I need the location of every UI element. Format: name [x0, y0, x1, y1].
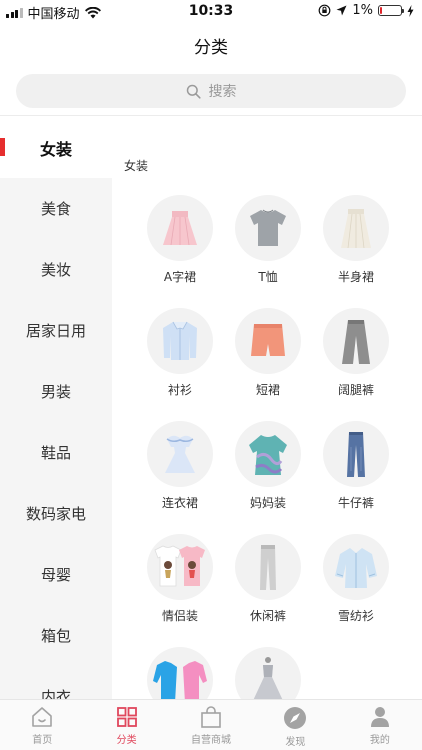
- subcategory-label: 阔腿裤: [337, 383, 374, 397]
- subcategory-half-skirt[interactable]: 半身裙: [312, 195, 400, 308]
- search-icon: [186, 84, 201, 99]
- status-bar: 中国移动 10:33 1%: [0, 0, 422, 22]
- sidebar-item-household[interactable]: 居家日用: [0, 300, 112, 361]
- subcategory-label: A字裙: [163, 270, 197, 284]
- subcategory-couple-wear[interactable]: 情侣装: [136, 534, 224, 647]
- search-section: 搜索: [0, 68, 422, 116]
- sidebar-item-label: 箱包: [40, 627, 71, 645]
- wide-leg-pants-icon: [323, 308, 389, 374]
- tab-label: 分类: [116, 735, 137, 746]
- subcategory-casual-pants[interactable]: 休闲裤: [224, 534, 312, 647]
- sidebar-item-label: 鞋品: [40, 444, 71, 462]
- compass-icon: [284, 707, 307, 729]
- rotation-lock-icon: [318, 4, 331, 17]
- subcategory-jacket[interactable]: [136, 647, 224, 699]
- subcategory-shirt[interactable]: 衬衫: [136, 308, 224, 421]
- tab-discover[interactable]: 发现: [253, 700, 337, 750]
- chiffon-shirt-icon: [323, 534, 389, 600]
- subcategory-label: 雪纺衫: [337, 609, 374, 623]
- subcategory-tshirt[interactable]: T恤: [224, 195, 312, 308]
- subcategory-a-line-skirt[interactable]: A字裙: [136, 195, 224, 308]
- sidebar-item-baby[interactable]: 母婴: [0, 544, 112, 605]
- tab-label: 发现: [285, 737, 306, 748]
- dress-icon: [147, 421, 213, 487]
- sidebar-item-label: 数码家电: [25, 505, 86, 523]
- subcategory-chiffon-shirt[interactable]: 雪纺衫: [312, 534, 400, 647]
- tab-label: 我的: [369, 735, 390, 746]
- sidebar-item-label: 居家日用: [25, 322, 86, 340]
- sidebar-item-label: 女装: [39, 139, 72, 159]
- subcategory-label: 妈妈装: [249, 496, 286, 510]
- casual-pants-icon: [235, 534, 301, 600]
- subcategory-short-skirt[interactable]: 短裙: [224, 308, 312, 421]
- subcategory-jeans[interactable]: 牛仔裤: [312, 421, 400, 534]
- user-icon: [370, 707, 389, 727]
- subcategory-label: 情侣装: [161, 609, 198, 623]
- category-content: 女装 A字裙 T恤 半身裙 衬衫 短裙 阔腿裤 连衣裙 妈妈装 牛仔裤 情侣装 …: [112, 117, 422, 699]
- couple-wear-icon: [147, 534, 213, 600]
- sidebar-item-beauty[interactable]: 美妆: [0, 239, 112, 300]
- subcategory-label: T恤: [258, 270, 278, 284]
- subcategory-gown[interactable]: [224, 647, 312, 699]
- subcategory-label: 连衣裙: [161, 496, 198, 510]
- sidebar-item-shoes[interactable]: 鞋品: [0, 422, 112, 483]
- battery-percent: 1%: [352, 3, 373, 18]
- location-arrow-icon: [336, 5, 347, 16]
- jacket-icon: [147, 647, 213, 699]
- tab-self-mall[interactable]: 自营商城: [169, 700, 253, 750]
- page-title: 分类: [194, 38, 228, 58]
- tab-home[interactable]: 首页: [0, 700, 84, 750]
- subcategory-label: 半身裙: [337, 270, 374, 284]
- nav-bar: 分类: [0, 22, 422, 68]
- sidebar-item-underwear[interactable]: 内衣: [0, 666, 112, 699]
- category-grid-icon: [116, 707, 137, 727]
- jeans-icon: [323, 421, 389, 487]
- tab-category[interactable]: 分类: [84, 700, 168, 750]
- battery-icon: [378, 5, 404, 16]
- home-icon: [32, 707, 53, 727]
- shopping-bag-icon: [201, 706, 221, 728]
- sidebar-item-label: 美食: [40, 200, 71, 218]
- sidebar-item-label: 母婴: [40, 566, 71, 584]
- shirt-icon: [147, 308, 213, 374]
- charging-bolt-icon: [407, 4, 414, 17]
- tab-label: 首页: [32, 735, 53, 746]
- short-skirt-icon: [235, 308, 301, 374]
- subcategory-label: 休闲裤: [249, 609, 286, 623]
- search-placeholder: 搜索: [208, 84, 237, 100]
- sidebar-item-label: 男装: [40, 383, 71, 401]
- screen: 中国移动 10:33 1% 分类 搜索 女装 美食 美妆 居家日用 男装 鞋品 …: [0, 0, 422, 750]
- category-sidebar: 女装 美食 美妆 居家日用 男装 鞋品 数码家电 母婴 箱包 内衣: [0, 117, 112, 699]
- subcategory-label: 衬衫: [167, 383, 192, 397]
- tshirt-icon: [235, 195, 301, 261]
- subcategory-mom-wear[interactable]: 妈妈装: [224, 421, 312, 534]
- gown-icon: [235, 647, 301, 699]
- tab-label: 自营商城: [191, 735, 232, 746]
- subcategory-wide-leg-pants[interactable]: 阔腿裤: [312, 308, 400, 421]
- mom-wear-icon: [235, 421, 301, 487]
- tab-bar: 首页 分类 自营商城 发现 我的: [0, 699, 422, 750]
- sidebar-item-digital[interactable]: 数码家电: [0, 483, 112, 544]
- sidebar-item-label: 内衣: [40, 688, 71, 699]
- a-line-skirt-icon: [147, 195, 213, 261]
- subcategory-label: 牛仔裤: [337, 496, 374, 510]
- subcategory-dress[interactable]: 连衣裙: [136, 421, 224, 534]
- sidebar-item-food[interactable]: 美食: [0, 178, 112, 239]
- section-title: 女装: [124, 159, 149, 173]
- subcategory-label: 短裙: [255, 383, 280, 397]
- subcategory-grid: A字裙 T恤 半身裙 衬衫 短裙 阔腿裤 连衣裙 妈妈装 牛仔裤 情侣装 休闲裤…: [136, 195, 400, 699]
- tab-mine[interactable]: 我的: [338, 700, 422, 750]
- sidebar-item-women[interactable]: 女装: [0, 117, 112, 178]
- sidebar-item-men[interactable]: 男装: [0, 361, 112, 422]
- sidebar-item-label: 美妆: [40, 261, 71, 279]
- half-skirt-icon: [323, 195, 389, 261]
- status-right: 1%: [318, 3, 414, 18]
- search-bar[interactable]: 搜索: [16, 74, 406, 108]
- sidebar-item-bags[interactable]: 箱包: [0, 605, 112, 666]
